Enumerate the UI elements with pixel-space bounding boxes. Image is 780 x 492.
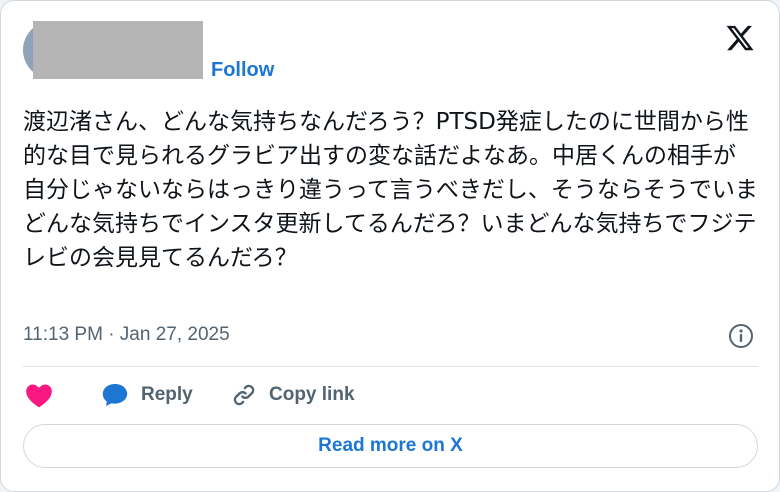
tweet-embed-card: Follow 渡辺渚さん、どんな気持ちなんだろう？PTSD発症したのに世間から性…	[0, 0, 780, 492]
tweet-timestamp[interactable]: 11:13 PM · Jan 27, 2025	[23, 324, 230, 346]
reply-bubble-icon	[102, 384, 128, 406]
x-logo-icon[interactable]	[725, 23, 755, 53]
copy-link-button[interactable]: Copy link	[231, 380, 355, 410]
follow-button[interactable]: Follow	[211, 59, 274, 82]
tweet-text: 渡辺渚さん、どんな気持ちなんだろう？PTSD発症したのに世間から性的な目で見られ…	[23, 109, 758, 271]
reply-label: Reply	[141, 384, 193, 405]
link-icon	[233, 384, 255, 406]
divider	[23, 366, 758, 367]
reply-button[interactable]: Reply	[101, 380, 193, 410]
copy-link-label: Copy link	[269, 384, 355, 405]
info-icon[interactable]	[728, 323, 754, 349]
read-more-on-x-button[interactable]: Read more on X	[23, 424, 758, 468]
heart-icon	[26, 384, 52, 408]
like-button[interactable]	[25, 380, 53, 410]
redacted-author-name	[33, 21, 203, 79]
